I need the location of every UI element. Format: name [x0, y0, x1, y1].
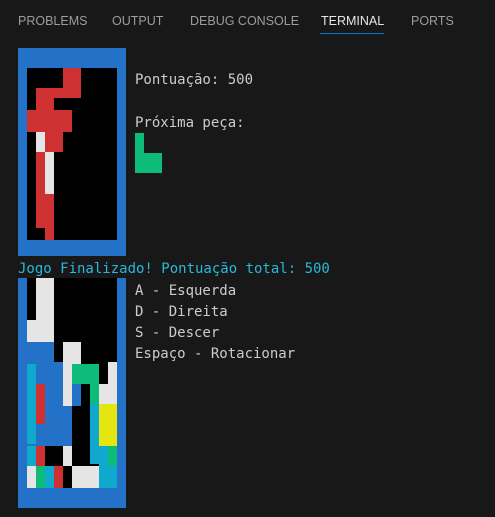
cyan-block [27, 446, 36, 468]
cyan-block [45, 466, 54, 488]
red-block [36, 384, 45, 424]
terminal-output[interactable]: Pontuação: 500 Próxima peça: Jogo Finali… [0, 0, 495, 517]
red-block [45, 132, 63, 152]
white-block [63, 342, 72, 406]
red-block [36, 88, 54, 110]
red-block [54, 466, 63, 488]
green-block [72, 364, 81, 384]
red-block [36, 446, 45, 466]
game-over-message: Jogo Finalizado! Pontuação total: 500 [18, 261, 330, 277]
white-block [36, 278, 54, 320]
white-block [72, 466, 99, 488]
cyan-block [99, 466, 117, 488]
red-block [54, 88, 81, 98]
next-piece-block [135, 153, 162, 173]
score-text: Pontuação: 500 [135, 72, 254, 88]
blue-block [27, 342, 54, 362]
control-rotate: Espaço - Rotacionar [135, 346, 296, 362]
white-block [45, 152, 54, 194]
green-block [108, 446, 117, 466]
white-block [99, 384, 108, 404]
red-block [45, 194, 54, 240]
red-block [27, 110, 72, 132]
white-block [27, 466, 36, 488]
control-down: S - Descer [135, 325, 220, 341]
control-right: D - Direita [135, 304, 228, 320]
cyan-block [90, 404, 99, 464]
red-block [36, 152, 45, 228]
white-block [36, 132, 45, 152]
next-piece-block [135, 133, 144, 155]
next-piece-label: Próxima peça: [135, 115, 245, 131]
control-left: A - Esquerda [135, 283, 237, 299]
green-block [90, 384, 99, 404]
white-block [27, 320, 54, 342]
white-block [63, 446, 72, 466]
blue-block [72, 384, 81, 406]
green-block [36, 466, 45, 488]
cyan-block [27, 364, 36, 444]
green-block [81, 364, 99, 384]
white-block [72, 342, 81, 364]
red-block [63, 68, 81, 88]
white-block [108, 362, 117, 404]
yellow-block [99, 404, 117, 446]
board-floor [27, 240, 117, 256]
